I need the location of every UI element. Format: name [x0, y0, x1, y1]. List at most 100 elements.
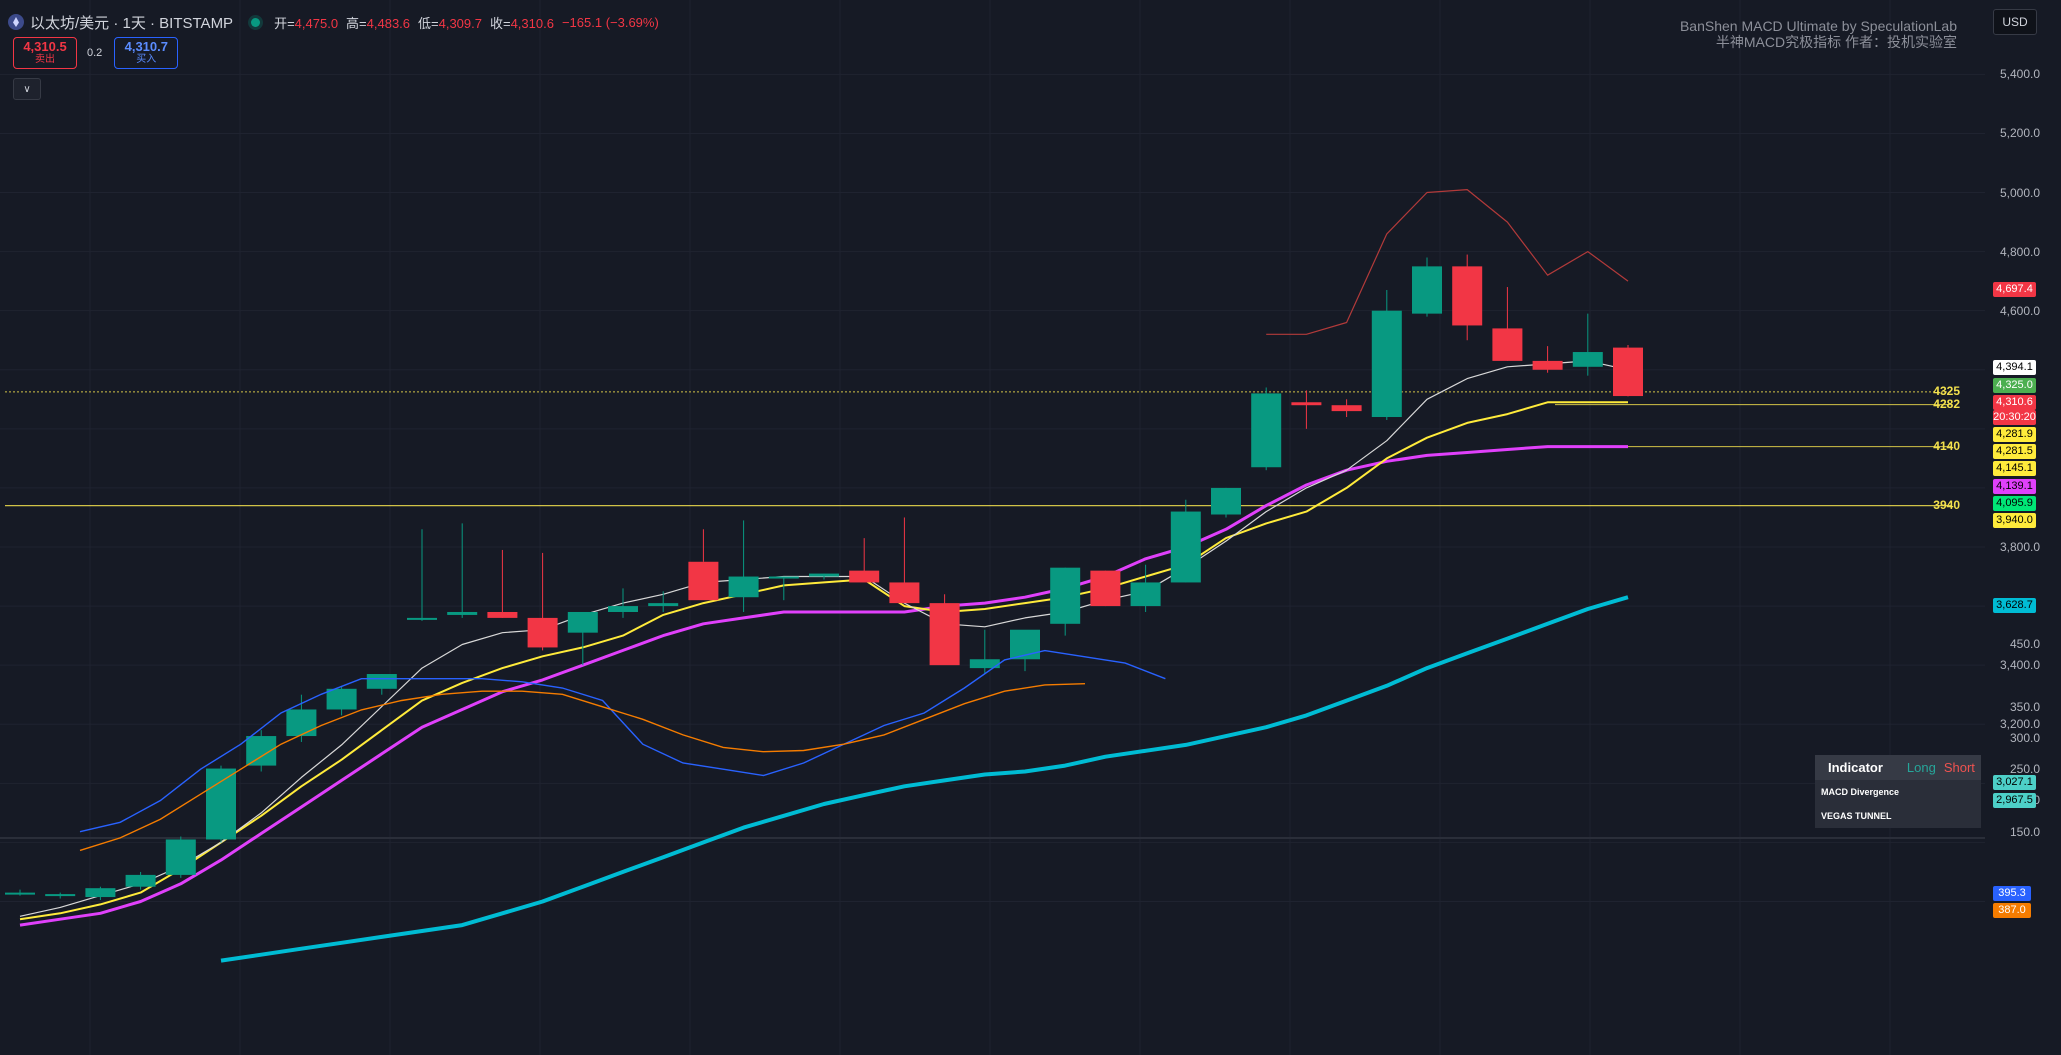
price-axis-label: 3,200.0: [2000, 717, 2041, 732]
price-axis-label: 3,400.0: [2000, 658, 2041, 673]
candle-body: [326, 688, 357, 710]
price-tag: 4,325.0: [1993, 378, 2036, 393]
chevron-down-icon: ∨: [23, 83, 31, 95]
level-label: 3940: [1933, 497, 1960, 512]
candle-body: [447, 611, 478, 615]
candle-body: [125, 874, 156, 887]
market-open-icon: [251, 17, 261, 27]
macd-axis-label: 300.0: [2010, 731, 2041, 745]
candle-body: [608, 606, 638, 612]
macd-pane: [79, 649, 1166, 852]
candle-body: [1090, 570, 1121, 607]
currency-button[interactable]: USD: [1993, 9, 2037, 35]
legend-header: Indicator Long Short: [1815, 755, 1981, 780]
sell-button[interactable]: 4,310.5 卖出: [13, 37, 77, 69]
buy-button[interactable]: 4,310.7 买入: [114, 37, 179, 69]
price-tag: 395.3: [1993, 886, 2031, 901]
price-axis-label: 4,600.0: [2000, 303, 2041, 318]
candle-body: [1170, 511, 1201, 583]
indicator-watermark: BanShen MACD Ultimate by SpeculationLab …: [1680, 18, 1957, 50]
candle-body: [366, 674, 397, 689]
candle-body: [1371, 310, 1402, 418]
candle-body: [85, 888, 116, 898]
price-axis-label: 4,800.0: [2000, 244, 2041, 259]
candle-body: [1412, 266, 1442, 314]
watermark-line2: 半神MACD究极指标 作者：投机实验室: [1715, 34, 1957, 50]
candle-body: [1331, 405, 1362, 412]
candle-body: [1291, 402, 1322, 406]
ema-yellow-line: [19, 401, 1628, 921]
price-tag: 4,281.5: [1993, 444, 2036, 459]
ohlc-open: 开=4,475.0: [274, 15, 339, 31]
price-tag: 4,697.4: [1993, 282, 2036, 297]
price-axis-label: 5,000.0: [2000, 185, 2041, 200]
candle-body: [1211, 487, 1241, 515]
candle-body: [45, 894, 76, 897]
ethereum-icon: [8, 14, 24, 30]
macd-axis-label: 450.0: [2010, 637, 2041, 652]
candle-body: [648, 603, 679, 607]
macd-axis-label: 150.0: [2010, 824, 2041, 839]
candle-body: [1452, 266, 1483, 326]
candle-body: [889, 582, 920, 604]
candle-body: [1572, 352, 1603, 367]
price-tag: 20:30:20: [1993, 410, 2036, 425]
indicator-legend: Indicator Long Short MACD Divergence VEG…: [1815, 755, 1981, 828]
ohlc-close: 收=4,310.6: [489, 15, 554, 31]
level-label: 4140: [1933, 438, 1960, 453]
legend-short: Short: [1943, 760, 1975, 775]
price-tag: 387.0: [1993, 903, 2031, 918]
chart-canvas[interactable]: [0, 0, 2061, 1055]
candle-body: [1532, 360, 1563, 370]
trade-buttons: 4,310.5 卖出 0.2 4,310.7 买入: [13, 37, 179, 69]
macd-line: [79, 649, 1166, 833]
legend-row-macd-divergence: MACD Divergence: [1821, 787, 1900, 797]
ema-cyan-line: [220, 595, 1629, 963]
price-tag: 4,145.1: [1993, 461, 2036, 476]
band-red-line: [1266, 189, 1629, 335]
symbol-title[interactable]: 以太坊/美元 · 1天 · BITSTAMP: [30, 12, 233, 33]
candle-body: [527, 617, 558, 648]
price-tag: 4,394.1: [1993, 360, 2036, 375]
price-tag: 4,281.9: [1993, 427, 2036, 442]
collapse-legend-button[interactable]: ∨: [13, 78, 41, 100]
candle-body: [809, 573, 839, 577]
ohlc-low: 低=4,309.7: [418, 15, 482, 31]
price-tag: 3,027.1: [1993, 775, 2036, 790]
candle-body: [1050, 567, 1081, 624]
candle-body: [567, 611, 598, 633]
candle-body: [407, 617, 437, 620]
price-axis-label: 5,400.0: [2000, 67, 2041, 82]
symbol-header: 以太坊/美元 · 1天 · BITSTAMP 开=4,475.0 高=4,483…: [8, 10, 667, 34]
macd-axis-label: 350.0: [2010, 699, 2041, 714]
price-axis-label: 5,200.0: [2000, 126, 2041, 141]
candle-body: [849, 570, 880, 583]
candle-body: [1613, 347, 1643, 397]
ohlc-high: 高=4,483.6: [346, 15, 411, 31]
candle-body: [728, 576, 759, 598]
candle-body: [1130, 582, 1161, 607]
candle-body: [286, 709, 317, 737]
price-tag: 4,310.6: [1993, 395, 2036, 410]
horizontal-levels: [5, 391, 1952, 507]
candle-body: [206, 768, 236, 840]
price-tag: 3,628.7: [1993, 598, 2036, 613]
ohlc-change: −165.1 (−3.69%): [561, 14, 659, 30]
candle-body: [1251, 393, 1282, 468]
candle-body: [1492, 328, 1523, 361]
level-label: 4282: [1933, 396, 1960, 411]
price-tag: 4,095.9: [1993, 496, 2036, 511]
spread-value: 0.2: [87, 47, 103, 59]
candle-body: [165, 839, 196, 875]
price-tag: 3,940.0: [1993, 513, 2036, 528]
price-axis-label: 3,800.0: [2000, 540, 2041, 554]
watermark-line1: BanShen MACD Ultimate by SpeculationLab: [1679, 18, 1957, 34]
candle-body: [929, 603, 960, 666]
legend-long: Long: [1906, 760, 1936, 775]
candle-body: [688, 561, 719, 601]
chart-grid: [0, 0, 1985, 1055]
legend-title: Indicator: [1828, 760, 1883, 775]
candle-body: [5, 892, 35, 895]
candle-body: [246, 736, 277, 766]
legend-row-vegas-tunnel: VEGAS TUNNEL: [1821, 811, 1892, 821]
